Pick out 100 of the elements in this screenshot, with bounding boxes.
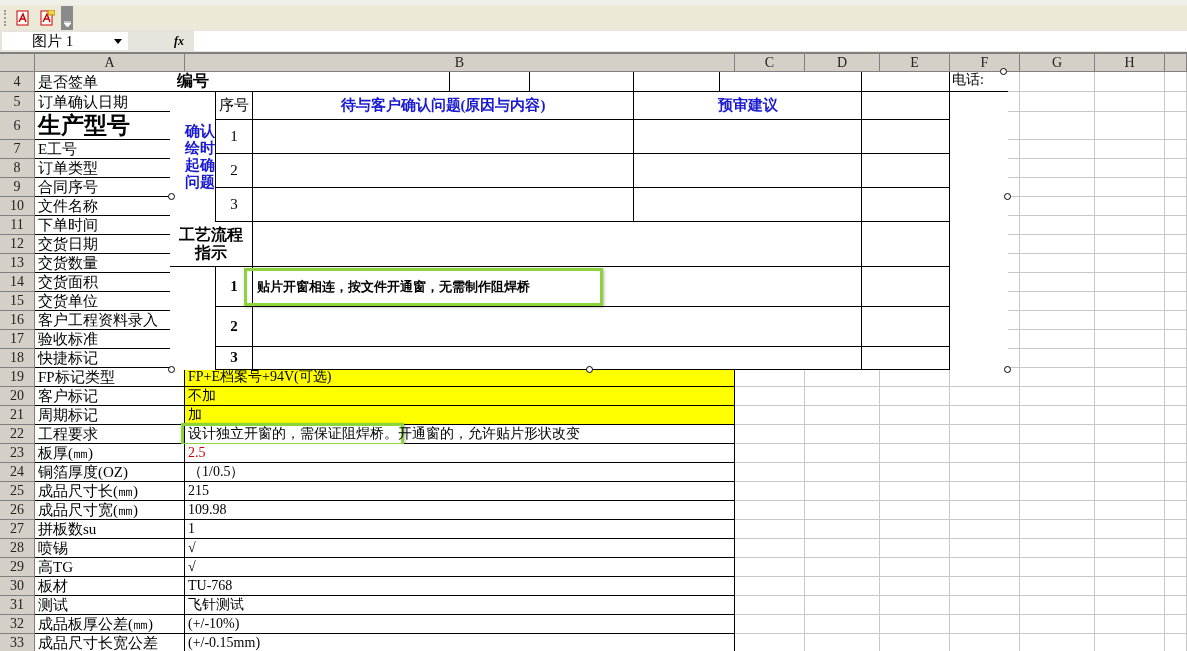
caret-icon (63, 20, 71, 27)
table-cell: 飞针测试 (185, 596, 735, 615)
row-header[interactable]: 4 (0, 72, 35, 92)
toolbar-options-button[interactable] (61, 5, 73, 30)
row-header[interactable]: 26 (0, 501, 35, 520)
side-note-text: 问题 (185, 174, 215, 192)
row-header[interactable]: 11 (0, 216, 35, 235)
table-cell: 成品尺寸长(㎜) (35, 482, 185, 501)
row-header[interactable]: 28 (0, 539, 35, 558)
row-header[interactable]: 16 (0, 311, 35, 330)
id-label: 编号 (176, 72, 209, 91)
table-cell: 成品尺寸长宽公差 (35, 634, 185, 651)
row-header[interactable]: 18 (0, 349, 35, 368)
resize-handle[interactable] (586, 366, 593, 373)
table-cell: 板材 (35, 577, 185, 596)
pdf-comment-button[interactable] (37, 7, 57, 28)
row-header[interactable]: 13 (0, 254, 35, 273)
side-note-text: 确认 (185, 122, 215, 140)
toolbar-grip[interactable] (4, 9, 9, 26)
table-cell: (+/-0.15mm) (185, 634, 735, 651)
column-header: 序号 (219, 96, 249, 115)
row-number: 3 (230, 195, 238, 214)
column-header[interactable] (1165, 54, 1187, 72)
table-cell: （1/0.5） (185, 463, 735, 482)
table-cell: √ (185, 558, 735, 577)
side-note-text: 绘时 (185, 139, 215, 157)
column-header[interactable]: C (735, 54, 805, 72)
row-header[interactable]: 7 (0, 140, 35, 159)
resize-handle[interactable] (1004, 193, 1011, 200)
row-header[interactable]: 10 (0, 197, 35, 216)
row-header[interactable]: 31 (0, 596, 35, 615)
name-box[interactable]: 图片 1 (2, 32, 128, 50)
table-cell: 高TG (35, 558, 185, 577)
row-header[interactable]: 33 (0, 634, 35, 651)
table-cell: FP标记类型 (35, 368, 185, 387)
table-cell: 测试 (35, 596, 185, 615)
row-header[interactable]: 9 (0, 178, 35, 197)
row-header[interactable]: 14 (0, 273, 35, 292)
table-cell: 板厚(㎜) (35, 444, 185, 463)
table-cell: TU-768 (185, 577, 735, 596)
select-all-button[interactable] (0, 54, 35, 72)
column-header[interactable]: E (880, 54, 950, 72)
table-cell: 加 (185, 406, 735, 425)
row-header[interactable]: 12 (0, 235, 35, 254)
table-cell: √ (185, 539, 735, 558)
row-header[interactable]: 32 (0, 615, 35, 634)
pdf-icon (15, 9, 31, 26)
column-header[interactable]: D (805, 54, 880, 72)
column-header: 待与客户确认问题(原因与内容) (340, 96, 546, 115)
column-header[interactable]: F (950, 54, 1020, 72)
column-header[interactable]: A (35, 54, 185, 72)
side-note-text: 起确 (185, 157, 215, 174)
formula-field[interactable] (194, 31, 1187, 51)
row-header[interactable]: 6 (0, 112, 35, 140)
resize-handle[interactable] (168, 193, 175, 200)
row-header[interactable]: 25 (0, 482, 35, 501)
phone-label: 电话: (952, 72, 984, 89)
row-number: 1 (230, 277, 238, 296)
caret-icon (114, 38, 122, 44)
row-header[interactable]: 27 (0, 520, 35, 539)
resize-handle[interactable] (1004, 366, 1011, 373)
table-cell: 客户标记 (35, 387, 185, 406)
row-number: 1 (230, 127, 238, 146)
row-header[interactable]: 21 (0, 406, 35, 425)
row-header[interactable]: 23 (0, 444, 35, 463)
column-header: 预审建议 (717, 96, 778, 115)
row-header[interactable]: 15 (0, 292, 35, 311)
resize-handle[interactable] (1000, 68, 1007, 75)
row-header[interactable]: 29 (0, 558, 35, 577)
resize-handle[interactable] (168, 366, 175, 373)
row-number: 3 (230, 349, 238, 367)
table-cell: 周期标记 (35, 406, 185, 425)
row-header[interactable]: 5 (0, 92, 35, 112)
column-header[interactable]: H (1095, 54, 1165, 72)
column-header[interactable]: G (1020, 54, 1095, 72)
row-header[interactable]: 30 (0, 577, 35, 596)
table-cell: 1 (185, 520, 735, 539)
row-header[interactable]: 8 (0, 159, 35, 178)
row-header[interactable]: 17 (0, 330, 35, 349)
table-cell: 喷锡 (35, 539, 185, 558)
table-cell: 贴片开窗相连，按文件开通窗，无需制作阻焊桥 (253, 267, 862, 307)
table-cell: 拼板数su (35, 520, 185, 539)
row-number: 2 (230, 161, 238, 180)
table-cell: 2.5 (185, 444, 735, 463)
table-cell: 不加 (185, 387, 735, 406)
table-cell: 铜箔厚度(OZ) (35, 463, 185, 482)
pdf-comment-icon (39, 9, 55, 26)
row-header[interactable]: 20 (0, 387, 35, 406)
row-header[interactable]: 24 (0, 463, 35, 482)
table-cell: 109.98 (185, 501, 735, 520)
row-header[interactable]: 19 (0, 368, 35, 387)
row-header[interactable]: 22 (0, 425, 35, 444)
row-number: 2 (230, 317, 238, 336)
table-cell: 215 (185, 482, 735, 501)
process-label: 指示 (195, 244, 227, 263)
table-cell: 成品板厚公差(㎜) (35, 615, 185, 634)
table-cell: 成品尺寸宽(㎜) (35, 501, 185, 520)
column-header[interactable]: B (185, 54, 735, 72)
table-cell: (+/-10%) (185, 615, 735, 634)
function-label[interactable]: fx (174, 33, 188, 49)
